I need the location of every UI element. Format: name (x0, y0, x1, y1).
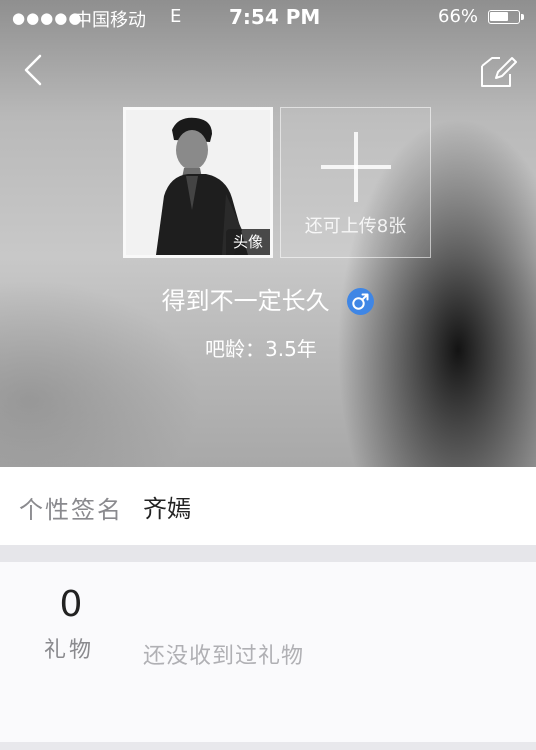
network-type: E (170, 6, 182, 27)
gift-empty-text: 还没收到过礼物 (143, 644, 305, 669)
battery-icon (488, 10, 520, 24)
avatar[interactable]: 头像 (123, 107, 273, 258)
signature-row[interactable]: 个性签名 齐嫣 (0, 467, 536, 545)
upload-hint: 还可上传8张 (304, 216, 407, 237)
gift-section[interactable]: 0 礼物 还没收到过礼物 (0, 562, 536, 742)
status-time: 7:54 PM (229, 5, 321, 29)
battery-tip (521, 14, 524, 20)
signal-strength-icon: ●●●●● (12, 9, 83, 27)
edit-profile-button[interactable] (474, 52, 518, 92)
back-button[interactable] (16, 48, 52, 92)
bar-age: 吧龄：3.5年 (205, 337, 317, 361)
avatar-tag: 头像 (226, 229, 270, 255)
signature-label: 个性签名 (19, 496, 123, 524)
status-bar: ●●●●● 中国移动 E 7:54 PM 66% (0, 0, 536, 36)
male-icon (347, 287, 375, 315)
section-divider (0, 545, 536, 562)
edit-icon (481, 57, 517, 87)
profile-name-row: 得到不一定长久 (0, 280, 536, 320)
chevron-left-icon (24, 54, 42, 86)
carrier-name: 中国移动 (74, 10, 146, 31)
plus-icon (321, 132, 391, 202)
battery-percent: 66% (438, 6, 479, 27)
battery-level-fill (490, 12, 508, 21)
bottom-divider (0, 742, 536, 750)
gift-label: 礼物 (44, 638, 95, 663)
signature-value: 齐嫣 (143, 495, 191, 523)
gift-count: 0 (59, 584, 83, 625)
profile-name: 得到不一定长久 (161, 287, 330, 315)
upload-photo-button[interactable]: 还可上传8张 (280, 107, 431, 258)
